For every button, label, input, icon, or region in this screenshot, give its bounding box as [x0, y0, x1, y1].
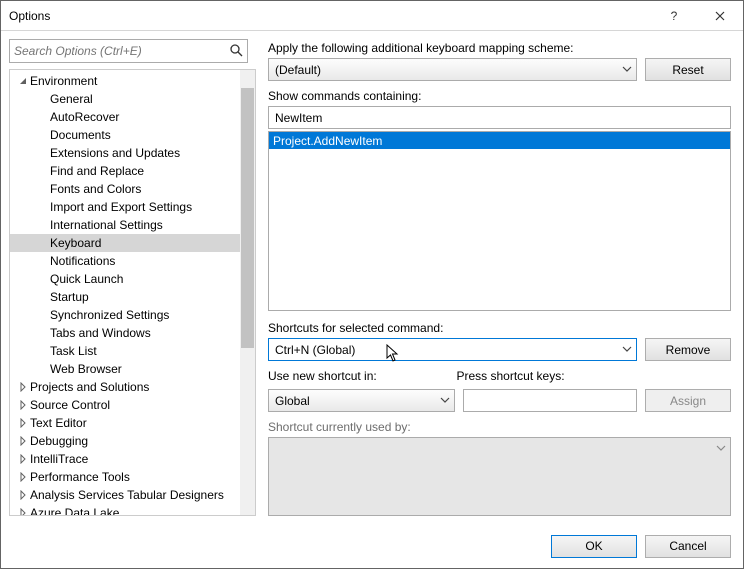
options-tree: EnvironmentGeneralAutoRecoverDocumentsEx…	[9, 69, 256, 516]
tree-node-import-and-export-settings[interactable]: Import and Export Settings	[10, 198, 240, 216]
expand-icon[interactable]	[16, 490, 30, 500]
cancel-button[interactable]: Cancel	[645, 535, 731, 558]
titlebar-buttons: ?	[651, 1, 743, 30]
press-shortcut-input[interactable]	[463, 389, 638, 412]
tree-node-autorecover[interactable]: AutoRecover	[10, 108, 240, 126]
titlebar: Options ?	[1, 1, 743, 31]
tree-node-general[interactable]: General	[10, 90, 240, 108]
left-pane: EnvironmentGeneralAutoRecoverDocumentsEx…	[1, 31, 256, 524]
reset-button[interactable]: Reset	[645, 58, 731, 81]
tree-scrollbar[interactable]	[240, 70, 255, 515]
use-shortcut-in-label: Use new shortcut in:	[268, 369, 449, 383]
tree-node-environment[interactable]: Environment	[10, 72, 240, 90]
tree-node-debugging[interactable]: Debugging	[10, 432, 240, 450]
tree-node-documents[interactable]: Documents	[10, 126, 240, 144]
commands-filter-value: NewItem	[275, 111, 322, 125]
shortcuts-label: Shortcuts for selected command:	[268, 321, 731, 335]
dialog-footer: OK Cancel	[1, 524, 743, 568]
chevron-down-icon	[622, 343, 632, 355]
commands-filter-input[interactable]: NewItem	[268, 106, 731, 129]
tree-node-performance-tools[interactable]: Performance Tools	[10, 468, 240, 486]
close-icon	[715, 11, 725, 21]
help-icon: ?	[671, 9, 678, 23]
tree-node-international-settings[interactable]: International Settings	[10, 216, 240, 234]
expand-icon[interactable]	[16, 508, 30, 515]
tree-node-extensions-and-updates[interactable]: Extensions and Updates	[10, 144, 240, 162]
expand-icon[interactable]	[16, 454, 30, 464]
tree-node-text-editor[interactable]: Text Editor	[10, 414, 240, 432]
commands-listbox[interactable]: Project.AddNewItem	[268, 131, 731, 311]
tree-node-azure-data-lake[interactable]: Azure Data Lake	[10, 504, 240, 515]
tree-node-web-browser[interactable]: Web Browser	[10, 360, 240, 378]
tree-node-find-and-replace[interactable]: Find and Replace	[10, 162, 240, 180]
currently-used-label: Shortcut currently used by:	[268, 420, 731, 434]
expand-icon[interactable]	[16, 436, 30, 446]
expand-icon[interactable]	[16, 382, 30, 392]
command-item[interactable]: Project.AddNewItem	[269, 132, 730, 149]
expand-icon[interactable]	[16, 418, 30, 428]
press-keys-label: Press shortcut keys:	[457, 369, 638, 383]
currently-used-dropdown	[268, 437, 731, 516]
keyboard-options-panel: Apply the following additional keyboard …	[256, 31, 743, 524]
options-dialog: Options ? EnvironmentGeneralAutoRecoverD…	[0, 0, 744, 569]
tree-node-startup[interactable]: Startup	[10, 288, 240, 306]
tree-node-projects-and-solutions[interactable]: Projects and Solutions	[10, 378, 240, 396]
tree-node-analysis-services-tabular-designers[interactable]: Analysis Services Tabular Designers	[10, 486, 240, 504]
assign-button[interactable]: Assign	[645, 389, 731, 412]
use-shortcut-in-value: Global	[275, 394, 310, 408]
ok-button[interactable]: OK	[551, 535, 637, 558]
tree-node-task-list[interactable]: Task List	[10, 342, 240, 360]
chevron-down-icon	[440, 394, 450, 406]
scheme-label: Apply the following additional keyboard …	[268, 41, 731, 55]
scheme-value: (Default)	[275, 63, 321, 77]
expand-icon[interactable]	[16, 400, 30, 410]
tree-node-source-control[interactable]: Source Control	[10, 396, 240, 414]
scrollbar-thumb[interactable]	[241, 88, 254, 348]
tree-node-quick-launch[interactable]: Quick Launch	[10, 270, 240, 288]
close-button[interactable]	[697, 1, 743, 30]
shortcut-value: Ctrl+N (Global)	[275, 343, 355, 357]
expand-icon[interactable]	[16, 76, 30, 86]
show-commands-label: Show commands containing:	[268, 89, 731, 103]
tree-node-notifications[interactable]: Notifications	[10, 252, 240, 270]
tree-node-synchronized-settings[interactable]: Synchronized Settings	[10, 306, 240, 324]
shortcut-dropdown[interactable]: Ctrl+N (Global)	[268, 338, 637, 361]
chevron-down-icon	[622, 63, 632, 75]
expand-icon[interactable]	[16, 472, 30, 482]
scheme-dropdown[interactable]: (Default)	[268, 58, 637, 81]
content-area: EnvironmentGeneralAutoRecoverDocumentsEx…	[1, 31, 743, 524]
search-input[interactable]	[10, 40, 247, 62]
help-button[interactable]: ?	[651, 1, 697, 30]
search-icon	[229, 43, 243, 57]
tree-node-keyboard[interactable]: Keyboard	[10, 234, 240, 252]
tree-node-fonts-and-colors[interactable]: Fonts and Colors	[10, 180, 240, 198]
use-shortcut-in-dropdown[interactable]: Global	[268, 389, 455, 412]
window-title: Options	[9, 9, 651, 23]
chevron-down-icon	[716, 442, 726, 454]
remove-button[interactable]: Remove	[645, 338, 731, 361]
tree-node-tabs-and-windows[interactable]: Tabs and Windows	[10, 324, 240, 342]
search-field[interactable]	[9, 39, 248, 63]
tree-node-intellitrace[interactable]: IntelliTrace	[10, 450, 240, 468]
